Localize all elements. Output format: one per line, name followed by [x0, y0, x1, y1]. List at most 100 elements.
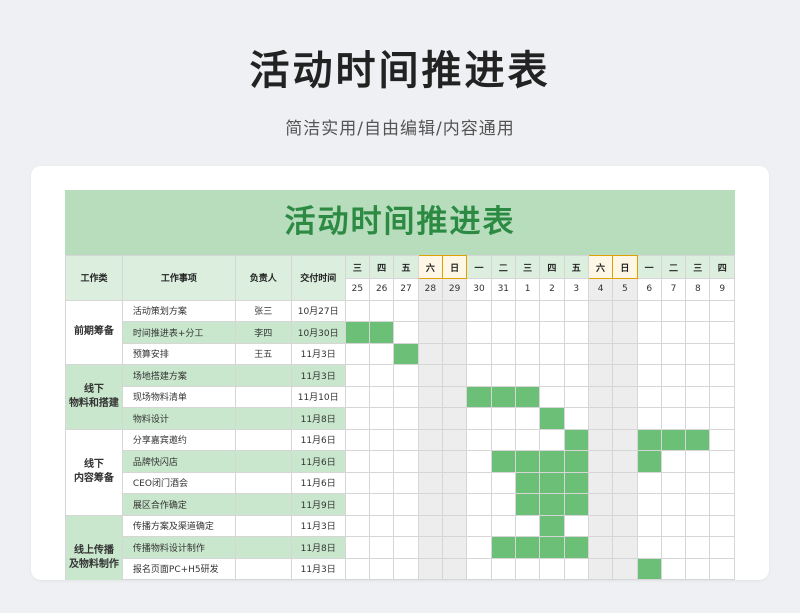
owner-cell[interactable]	[234, 579, 292, 580]
gantt-cell[interactable]	[539, 428, 565, 451]
gantt-cell[interactable]	[344, 557, 371, 580]
item-cell[interactable]: 品牌快闪店	[121, 450, 236, 473]
gantt-cell[interactable]	[417, 385, 443, 408]
gantt-bar-cell[interactable]	[490, 385, 516, 408]
gantt-cell[interactable]	[466, 299, 492, 322]
gantt-cell[interactable]	[636, 321, 662, 344]
item-cell[interactable]: 物料设计	[121, 407, 236, 430]
gantt-cell[interactable]	[563, 321, 589, 344]
gantt-cell[interactable]	[417, 428, 443, 451]
gantt-bar-cell[interactable]	[636, 428, 662, 451]
gantt-bar-cell[interactable]	[563, 536, 589, 559]
gantt-cell[interactable]	[490, 493, 516, 516]
gantt-cell[interactable]	[636, 342, 662, 365]
gantt-cell[interactable]	[709, 514, 735, 537]
gantt-cell[interactable]	[368, 536, 395, 559]
gantt-cell[interactable]	[344, 385, 371, 408]
gantt-bar-cell[interactable]	[514, 471, 541, 494]
gantt-cell[interactable]	[660, 471, 687, 494]
gantt-cell[interactable]	[660, 450, 687, 473]
due-cell[interactable]: 11月14日	[290, 579, 346, 580]
gantt-cell[interactable]	[490, 471, 516, 494]
owner-cell[interactable]: 王五	[234, 342, 292, 365]
gantt-cell[interactable]	[514, 428, 541, 451]
item-cell[interactable]: 传播物料设计制作	[121, 536, 236, 559]
gantt-cell[interactable]	[393, 557, 419, 580]
gantt-cell[interactable]	[368, 407, 395, 430]
gantt-cell[interactable]	[514, 557, 541, 580]
gantt-cell[interactable]	[393, 536, 419, 559]
gantt-cell[interactable]	[344, 493, 371, 516]
gantt-cell[interactable]	[466, 557, 492, 580]
gantt-cell[interactable]	[417, 579, 443, 580]
item-cell[interactable]: 预算安排	[121, 342, 236, 365]
gantt-cell[interactable]	[490, 557, 516, 580]
owner-cell[interactable]	[234, 536, 292, 559]
gantt-bar-cell[interactable]	[539, 450, 565, 473]
gantt-cell[interactable]	[709, 385, 735, 408]
gantt-cell[interactable]	[490, 514, 516, 537]
gantt-cell[interactable]	[612, 364, 638, 387]
gantt-cell[interactable]	[490, 342, 516, 365]
owner-cell[interactable]	[234, 364, 292, 387]
gantt-cell[interactable]	[709, 364, 735, 387]
gantt-cell[interactable]	[709, 342, 735, 365]
gantt-cell[interactable]	[514, 321, 541, 344]
gantt-cell[interactable]	[587, 450, 614, 473]
gantt-cell[interactable]	[441, 428, 468, 451]
gantt-cell[interactable]	[587, 536, 614, 559]
gantt-cell[interactable]	[660, 493, 687, 516]
owner-cell[interactable]	[234, 514, 292, 537]
gantt-cell[interactable]	[636, 471, 662, 494]
gantt-cell[interactable]	[587, 493, 614, 516]
item-cell[interactable]: 分享嘉宾邀约	[121, 428, 236, 451]
gantt-cell[interactable]	[368, 579, 395, 580]
gantt-cell[interactable]	[417, 407, 443, 430]
gantt-cell[interactable]	[441, 321, 468, 344]
item-cell[interactable]: 场地搭建方案	[121, 364, 236, 387]
due-cell[interactable]: 11月6日	[290, 428, 346, 451]
gantt-cell[interactable]	[587, 321, 614, 344]
gantt-cell[interactable]	[368, 450, 395, 473]
gantt-cell[interactable]	[368, 471, 395, 494]
gantt-cell[interactable]	[441, 471, 468, 494]
gantt-cell[interactable]	[539, 364, 565, 387]
gantt-cell[interactable]	[393, 493, 419, 516]
gantt-cell[interactable]	[344, 536, 371, 559]
gantt-cell[interactable]	[490, 364, 516, 387]
gantt-bar-cell[interactable]	[563, 471, 589, 494]
owner-cell[interactable]: 李四	[234, 321, 292, 344]
gantt-bar-cell[interactable]	[636, 450, 662, 473]
gantt-cell[interactable]	[685, 342, 711, 365]
gantt-cell[interactable]	[685, 471, 711, 494]
item-cell[interactable]: 时间推进表+分工	[121, 321, 236, 344]
gantt-bar-cell[interactable]	[660, 579, 687, 580]
due-cell[interactable]: 11月10日	[290, 385, 346, 408]
gantt-cell[interactable]	[466, 407, 492, 430]
gantt-cell[interactable]	[587, 364, 614, 387]
gantt-bar-cell[interactable]	[685, 428, 711, 451]
gantt-cell[interactable]	[344, 364, 371, 387]
gantt-bar-cell[interactable]	[514, 385, 541, 408]
gantt-cell[interactable]	[466, 450, 492, 473]
gantt-cell[interactable]	[466, 342, 492, 365]
gantt-cell[interactable]	[368, 493, 395, 516]
gantt-cell[interactable]	[612, 493, 638, 516]
gantt-bar-cell[interactable]	[466, 385, 492, 408]
gantt-cell[interactable]	[344, 471, 371, 494]
gantt-bar-cell[interactable]	[685, 579, 711, 580]
gantt-cell[interactable]	[466, 321, 492, 344]
due-cell[interactable]: 10月27日	[290, 299, 346, 322]
gantt-cell[interactable]	[344, 407, 371, 430]
due-cell[interactable]: 11月6日	[290, 471, 346, 494]
gantt-cell[interactable]	[685, 407, 711, 430]
gantt-bar-cell[interactable]	[514, 493, 541, 516]
gantt-cell[interactable]	[441, 579, 468, 580]
gantt-bar-cell[interactable]	[368, 321, 395, 344]
due-cell[interactable]: 11月3日	[290, 342, 346, 365]
gantt-cell[interactable]	[368, 385, 395, 408]
gantt-cell[interactable]	[368, 299, 395, 322]
gantt-cell[interactable]	[344, 428, 371, 451]
gantt-cell[interactable]	[563, 557, 589, 580]
gantt-cell[interactable]	[709, 450, 735, 473]
